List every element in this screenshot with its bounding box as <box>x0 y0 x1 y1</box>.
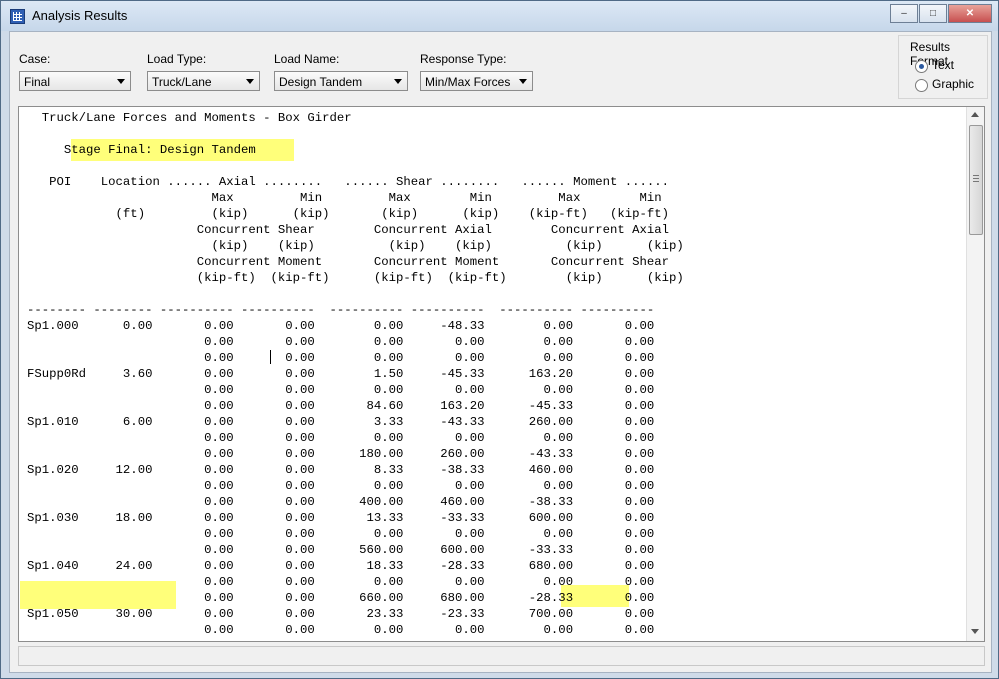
status-bar <box>18 646 985 666</box>
report-text: Truck/Lane Forces and Moments - Box Gird… <box>27 111 684 641</box>
graphic-format-label[interactable]: Graphic <box>932 77 974 91</box>
close-button[interactable]: ✕ <box>948 4 992 23</box>
text-format-label[interactable]: Text <box>932 58 954 72</box>
load-type-label: Load Type: <box>147 52 207 66</box>
results-report-area[interactable]: Truck/Lane Forces and Moments - Box Gird… <box>18 106 985 642</box>
results-format-group: Results Format Text Graphic <box>898 35 988 99</box>
vertical-scrollbar[interactable] <box>966 107 984 641</box>
load-type-select[interactable]: Truck/Lane <box>147 71 260 91</box>
client-area: Case: Final Load Type: Truck/Lane Load N… <box>9 31 992 673</box>
case-select[interactable]: Final <box>19 71 131 91</box>
scroll-thumb[interactable] <box>969 125 983 235</box>
maximize-button[interactable]: □ <box>919 4 947 23</box>
minimize-button[interactable]: – <box>890 4 918 23</box>
app-grid-icon <box>10 9 25 24</box>
load-name-value: Design Tandem <box>279 75 363 89</box>
scroll-down-icon[interactable] <box>971 629 979 634</box>
response-type-value: Min/Max Forces <box>425 75 511 89</box>
load-name-label: Load Name: <box>274 52 340 66</box>
response-type-select[interactable]: Min/Max Forces <box>420 71 533 91</box>
scroll-up-icon[interactable] <box>971 112 979 117</box>
load-name-select[interactable]: Design Tandem <box>274 71 408 91</box>
graphic-format-radio[interactable] <box>915 79 928 92</box>
chevron-down-icon <box>117 79 125 84</box>
chevron-down-icon <box>394 79 402 84</box>
title-bar[interactable]: Analysis Results – □ ✕ <box>1 1 998 31</box>
text-format-radio[interactable] <box>915 60 928 73</box>
chevron-down-icon <box>246 79 254 84</box>
load-type-value: Truck/Lane <box>152 75 212 89</box>
case-value: Final <box>24 75 51 89</box>
response-type-label: Response Type: <box>420 52 507 66</box>
window-title: Analysis Results <box>32 8 128 23</box>
case-label: Case: <box>19 52 51 66</box>
analysis-results-window: Analysis Results – □ ✕ Case: Final Load … <box>0 0 999 679</box>
chevron-down-icon <box>519 79 527 84</box>
